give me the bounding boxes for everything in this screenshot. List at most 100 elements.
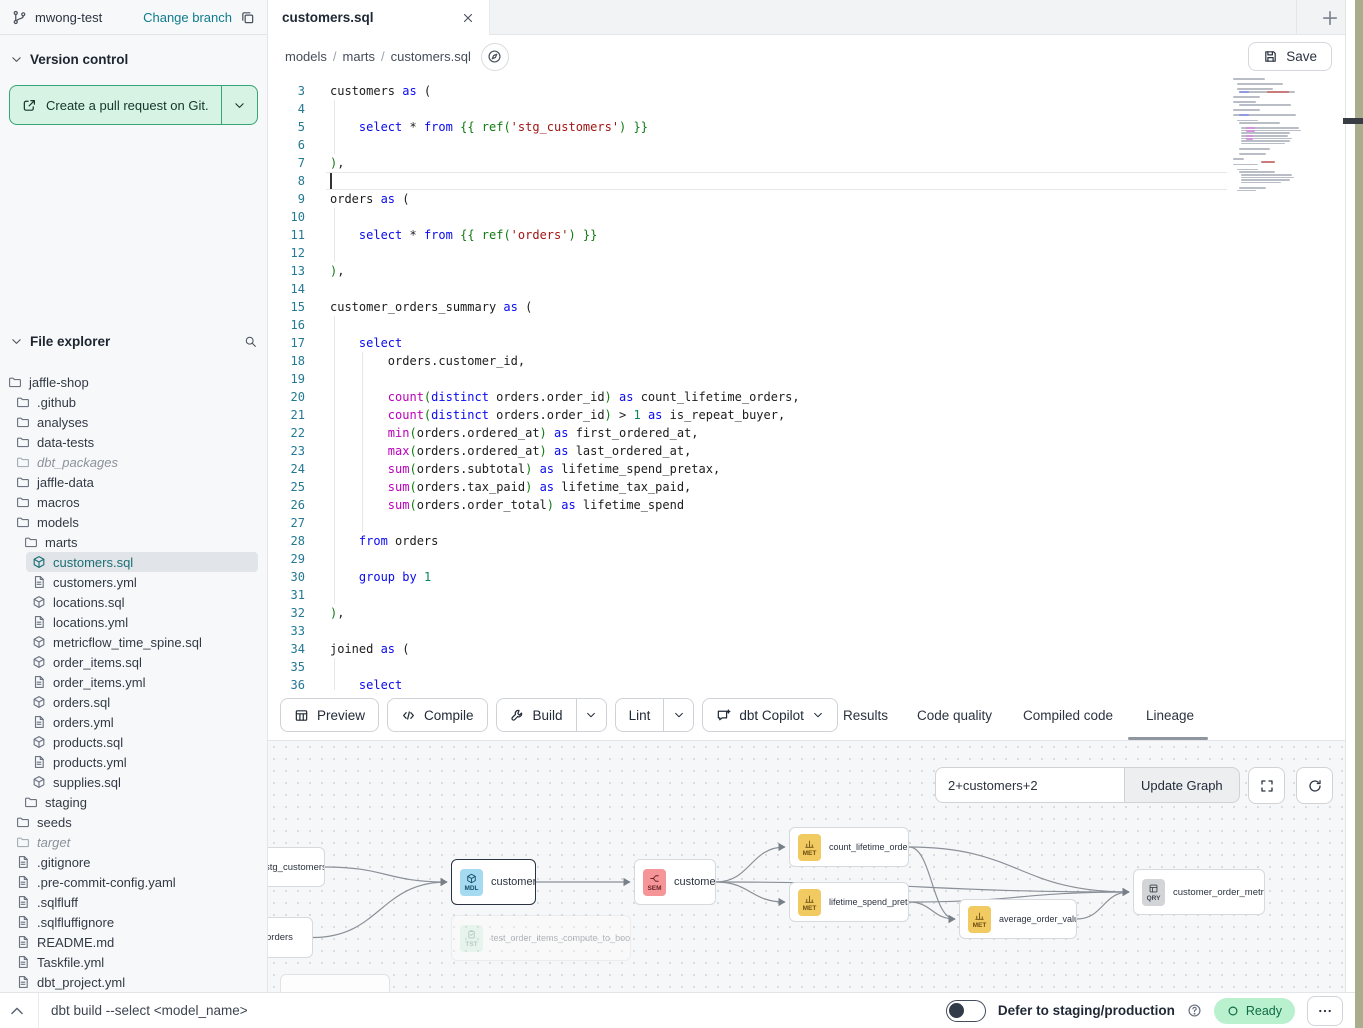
code-editor[interactable]: 3customers as (45 select * from {{ ref('… bbox=[268, 78, 1345, 690]
code-line-33[interactable]: 33 bbox=[268, 622, 1345, 640]
command-bar-expand-button[interactable] bbox=[8, 1002, 26, 1020]
code-line-7[interactable]: 7), bbox=[268, 154, 1345, 172]
copy-branch-icon[interactable] bbox=[240, 10, 255, 25]
file-tree-item-jaffle-shop[interactable]: jaffle-shop bbox=[2, 372, 258, 392]
scrollbar-thumb[interactable] bbox=[1343, 118, 1363, 124]
lineage-panel[interactable]: stg_customersorders MDLcustomers TSTtest_o… bbox=[268, 740, 1345, 992]
file-tree-item-analyses[interactable]: analyses bbox=[10, 412, 258, 432]
code-line-5[interactable]: 5 select * from {{ ref('stg_customers') … bbox=[268, 118, 1345, 136]
file-tree-item--pre-commit-config-yaml[interactable]: .pre-commit-config.yaml bbox=[10, 872, 258, 892]
scrollbar-track[interactable] bbox=[1345, 0, 1355, 992]
code-line-4[interactable]: 4 bbox=[268, 100, 1345, 118]
tab-results[interactable]: Results bbox=[843, 690, 888, 740]
tab-compiled-code[interactable]: Compiled code bbox=[1023, 690, 1113, 740]
explore-lineage-button[interactable] bbox=[481, 43, 509, 71]
file-tree-item-metricflow-time-spine-sql[interactable]: metricflow_time_spine.sql bbox=[26, 632, 258, 652]
file-tree-item-models[interactable]: models bbox=[10, 512, 258, 532]
lineage-node-customers_sem[interactable]: SEMcustomers bbox=[634, 859, 716, 905]
breadcrumb-file[interactable]: customers.sql bbox=[391, 49, 471, 64]
file-tree-item-orders-sql[interactable]: orders.sql bbox=[26, 692, 258, 712]
code-line-27[interactable]: 27 bbox=[268, 514, 1345, 532]
compile-button[interactable]: Compile bbox=[387, 698, 488, 732]
file-tree-item-target[interactable]: target bbox=[10, 832, 258, 852]
dbt-copilot-button[interactable]: dbt Copilot bbox=[702, 698, 838, 732]
lineage-search-input[interactable] bbox=[935, 767, 1125, 803]
lineage-node-test_order_items[interactable]: TSTtest_order_items_compute_to_bools... bbox=[451, 915, 631, 961]
file-tree-item--sqlfluffignore[interactable]: .sqlfluffignore bbox=[10, 912, 258, 932]
code-line-8[interactable]: 8 bbox=[268, 172, 1345, 190]
file-tree-item-order-items-yml[interactable]: order_items.yml bbox=[26, 672, 258, 692]
code-line-10[interactable]: 10 bbox=[268, 208, 1345, 226]
tab-code-quality[interactable]: Code quality bbox=[917, 690, 992, 740]
file-tree-item-supplies-sql[interactable]: supplies.sql bbox=[26, 772, 258, 792]
defer-toggle[interactable] bbox=[946, 1000, 986, 1022]
lineage-node-customers_mdl[interactable]: MDLcustomers bbox=[451, 859, 536, 905]
more-options-button[interactable] bbox=[1307, 996, 1343, 1026]
code-line-31[interactable]: 31 bbox=[268, 586, 1345, 604]
close-icon[interactable] bbox=[461, 11, 475, 25]
file-tree-item-customers-sql[interactable]: customers.sql bbox=[26, 552, 258, 572]
breadcrumb-models[interactable]: models bbox=[285, 49, 327, 64]
new-tab-button[interactable] bbox=[1320, 8, 1340, 28]
lint-dropdown[interactable] bbox=[663, 699, 693, 731]
refresh-button[interactable] bbox=[1296, 767, 1333, 804]
file-tree-item-taskfile-yml[interactable]: Taskfile.yml bbox=[10, 952, 258, 972]
file-explorer-header[interactable]: File explorer bbox=[0, 334, 267, 349]
code-line-17[interactable]: 17 select bbox=[268, 334, 1345, 352]
tab-customers-sql[interactable]: customers.sql bbox=[268, 0, 490, 35]
code-line-26[interactable]: 26 sum(orders.order_total) as lifetime_s… bbox=[268, 496, 1345, 514]
tab-lineage[interactable]: Lineage bbox=[1146, 690, 1194, 740]
create-pull-request-main[interactable]: Create a pull request on Git... bbox=[10, 86, 221, 124]
file-tree-item-marts[interactable]: marts bbox=[18, 532, 258, 552]
code-line-16[interactable]: 16 bbox=[268, 316, 1345, 334]
code-line-24[interactable]: 24 sum(orders.subtotal) as lifetime_spen… bbox=[268, 460, 1345, 478]
file-tree-item-dbt-packages[interactable]: dbt_packages bbox=[10, 452, 258, 472]
code-line-22[interactable]: 22 min(orders.ordered_at) as first_order… bbox=[268, 424, 1345, 442]
file-tree-item-products-yml[interactable]: products.yml bbox=[26, 752, 258, 772]
search-icon[interactable] bbox=[244, 335, 257, 348]
version-control-header[interactable]: Version control bbox=[0, 47, 267, 71]
lineage-node-stg_customers[interactable]: stg_customers bbox=[268, 847, 325, 887]
file-tree-item-jaffle-data[interactable]: jaffle-data bbox=[10, 472, 258, 492]
breadcrumb-marts[interactable]: marts bbox=[343, 49, 376, 64]
build-button[interactable]: Build bbox=[497, 699, 576, 731]
file-tree-item-staging[interactable]: staging bbox=[18, 792, 258, 812]
save-button[interactable]: Save bbox=[1248, 42, 1332, 71]
lineage-node-partial[interactable] bbox=[280, 974, 390, 992]
code-line-35[interactable]: 35 bbox=[268, 658, 1345, 676]
file-tree-item-seeds[interactable]: seeds bbox=[10, 812, 258, 832]
code-line-23[interactable]: 23 max(orders.ordered_at) as last_ordere… bbox=[268, 442, 1345, 460]
code-line-6[interactable]: 6 bbox=[268, 136, 1345, 154]
build-dropdown[interactable] bbox=[576, 699, 606, 731]
file-tree-item-orders-yml[interactable]: orders.yml bbox=[26, 712, 258, 732]
code-line-19[interactable]: 19 bbox=[268, 370, 1345, 388]
fullscreen-button[interactable] bbox=[1248, 767, 1285, 804]
file-tree-item-customers-yml[interactable]: customers.yml bbox=[26, 572, 258, 592]
code-line-36[interactable]: 36 select bbox=[268, 676, 1345, 690]
file-tree-item-readme-md[interactable]: README.md bbox=[10, 932, 258, 952]
create-pull-request-caret[interactable] bbox=[221, 86, 257, 124]
lineage-node-count_lifetime_orders[interactable]: METcount_lifetime_orders bbox=[789, 827, 909, 867]
help-icon[interactable] bbox=[1187, 1003, 1202, 1018]
create-pull-request-button[interactable]: Create a pull request on Git... bbox=[9, 85, 258, 125]
code-line-21[interactable]: 21 count(distinct orders.order_id) > 1 a… bbox=[268, 406, 1345, 424]
change-branch-link[interactable]: Change branch bbox=[143, 10, 232, 25]
code-line-25[interactable]: 25 sum(orders.tax_paid) as lifetime_tax_… bbox=[268, 478, 1345, 496]
code-line-11[interactable]: 11 select * from {{ ref('orders') }} bbox=[268, 226, 1345, 244]
file-tree-item-order-items-sql[interactable]: order_items.sql bbox=[26, 652, 258, 672]
lineage-node-customer_order_metrics[interactable]: QRYcustomer_order_metrics bbox=[1133, 869, 1265, 915]
file-tree-item-data-tests[interactable]: data-tests bbox=[10, 432, 258, 452]
lineage-node-orders[interactable]: orders bbox=[268, 917, 313, 958]
file-tree-item-products-sql[interactable]: products.sql bbox=[26, 732, 258, 752]
code-line-20[interactable]: 20 count(distinct orders.order_id) as co… bbox=[268, 388, 1345, 406]
code-line-12[interactable]: 12 bbox=[268, 244, 1345, 262]
code-line-30[interactable]: 30 group by 1 bbox=[268, 568, 1345, 586]
code-line-28[interactable]: 28 from orders bbox=[268, 532, 1345, 550]
code-line-34[interactable]: 34joined as ( bbox=[268, 640, 1345, 658]
lineage-node-average_order_value[interactable]: METaverage_order_value bbox=[959, 899, 1077, 939]
code-line-18[interactable]: 18 orders.customer_id, bbox=[268, 352, 1345, 370]
file-tree-item--github[interactable]: .github bbox=[10, 392, 258, 412]
file-tree-item-locations-sql[interactable]: locations.sql bbox=[26, 592, 258, 612]
code-line-9[interactable]: 9orders as ( bbox=[268, 190, 1345, 208]
file-tree-item--sqlfluff[interactable]: .sqlfluff bbox=[10, 892, 258, 912]
